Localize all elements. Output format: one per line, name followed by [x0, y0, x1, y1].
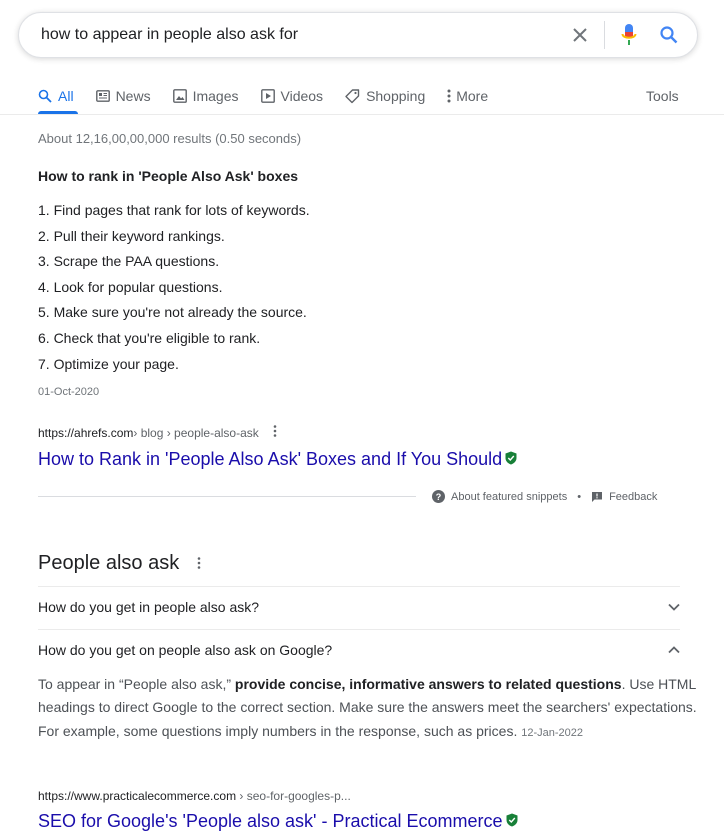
- featured-snippet-title: How to rank in 'People Also Ask' boxes: [38, 168, 299, 184]
- result-title: How to Rank in 'People Also Ask' Boxes a…: [38, 449, 503, 469]
- list-item: 4. Look for popular questions.: [38, 278, 223, 295]
- paa-divider: [38, 586, 680, 587]
- cite-path: › blog › people-also-ask: [133, 425, 259, 440]
- paa-title: People also ask: [38, 552, 180, 574]
- chevron-down-icon: [668, 603, 680, 611]
- tabs-divider: [0, 114, 724, 115]
- paa-question[interactable]: How do you get in people also ask?: [38, 597, 680, 617]
- answer-date: 12-Jan-2022: [521, 726, 583, 739]
- answer-source-url: https://www.practicalecommerce.com › seo…: [38, 789, 351, 803]
- tab-label: Videos: [280, 88, 324, 104]
- more-options-icon[interactable]: [273, 425, 277, 440]
- tools-button[interactable]: Tools: [646, 88, 679, 104]
- video-icon: [260, 89, 275, 103]
- list-item: 6. Check that you're eligible to rank.: [38, 329, 261, 346]
- snippet-divider: [38, 496, 416, 497]
- more-options-icon[interactable]: [197, 556, 201, 572]
- snippet-date: 01-Oct-2020: [38, 386, 100, 398]
- tab-videos[interactable]: Videos: [260, 88, 324, 104]
- tag-icon: [345, 88, 360, 103]
- list-item: 1. Find pages that rank for lots of keyw…: [38, 202, 310, 218]
- microphone-icon[interactable]: [609, 13, 649, 57]
- result-title: SEO for Google's 'People also ask' - Pra…: [38, 811, 503, 831]
- chevron-up-icon: [668, 646, 680, 654]
- snippet-footer: ? About featured snippets • Feedback: [432, 490, 657, 503]
- answer-text: To appear in “People also ask,”: [38, 676, 235, 692]
- about-featured-snippets-link[interactable]: About featured snippets: [451, 491, 567, 503]
- paa-answer: To appear in “People also ask,” provide …: [38, 673, 698, 745]
- search-bar: [18, 12, 698, 58]
- feedback-icon: [592, 491, 603, 502]
- list-item: 7. Optimize your page.: [38, 355, 179, 372]
- list-item: 2. Pull their keyword rankings.: [38, 227, 225, 244]
- tab-news[interactable]: News: [95, 88, 151, 104]
- list-item: 5. Make sure you're not already the sour…: [38, 304, 307, 321]
- tab-label: All: [58, 88, 74, 104]
- tab-images[interactable]: Images: [172, 88, 239, 104]
- tab-label: More: [456, 88, 489, 104]
- news-icon: [95, 90, 110, 102]
- paa-divider: [38, 629, 680, 630]
- list-item: 3. Scrape the PAA questions.: [38, 253, 220, 270]
- featured-snippet-list: 1. Find pages that rank for lots of keyw…: [38, 201, 310, 380]
- result-link[interactable]: How to Rank in 'People Also Ask' Boxes a…: [38, 449, 517, 470]
- help-icon: ?: [432, 490, 445, 503]
- more-vert-icon: [447, 89, 451, 103]
- image-icon: [172, 89, 187, 103]
- search-bar-divider: [604, 21, 605, 49]
- people-also-ask-heading: People also ask: [38, 552, 201, 575]
- question-text: How do you get in people also ask?: [38, 599, 260, 615]
- verified-shield-icon: [505, 449, 517, 470]
- search-tabs: All News Images Videos Shopping More: [38, 84, 510, 108]
- clear-icon[interactable]: [560, 13, 600, 57]
- cite-path: › seo-for-googles-p...: [236, 789, 351, 803]
- cite-domain: https://ahrefs.com: [38, 425, 134, 440]
- question-text: How do you get on people also ask on Goo…: [38, 642, 333, 658]
- tab-label: Images: [192, 88, 239, 104]
- verified-shield-icon: [506, 811, 518, 832]
- separator-dot: •: [577, 490, 582, 503]
- result-url: https://ahrefs.com › blog › people-also-…: [38, 425, 277, 440]
- search-icon: [38, 89, 52, 103]
- cite-domain: https://www.practicalecommerce.com: [38, 789, 237, 803]
- answer-highlight: provide concise, informative answers to …: [234, 676, 622, 692]
- tab-all[interactable]: All: [38, 88, 74, 104]
- search-input[interactable]: [39, 19, 560, 51]
- tab-more[interactable]: More: [447, 88, 488, 104]
- answer-source-link[interactable]: SEO for Google's 'People also ask' - Pra…: [38, 811, 518, 832]
- tab-shopping[interactable]: Shopping: [345, 88, 425, 104]
- svg-text:?: ?: [436, 492, 442, 502]
- tab-label: Shopping: [366, 88, 426, 104]
- paa-question[interactable]: How do you get on people also ask on Goo…: [38, 640, 680, 660]
- feedback-link[interactable]: Feedback: [609, 491, 657, 503]
- result-stats: About 12,16,00,00,000 results (0.50 seco…: [38, 131, 302, 146]
- tab-label: News: [115, 88, 151, 104]
- search-icon[interactable]: [649, 13, 689, 57]
